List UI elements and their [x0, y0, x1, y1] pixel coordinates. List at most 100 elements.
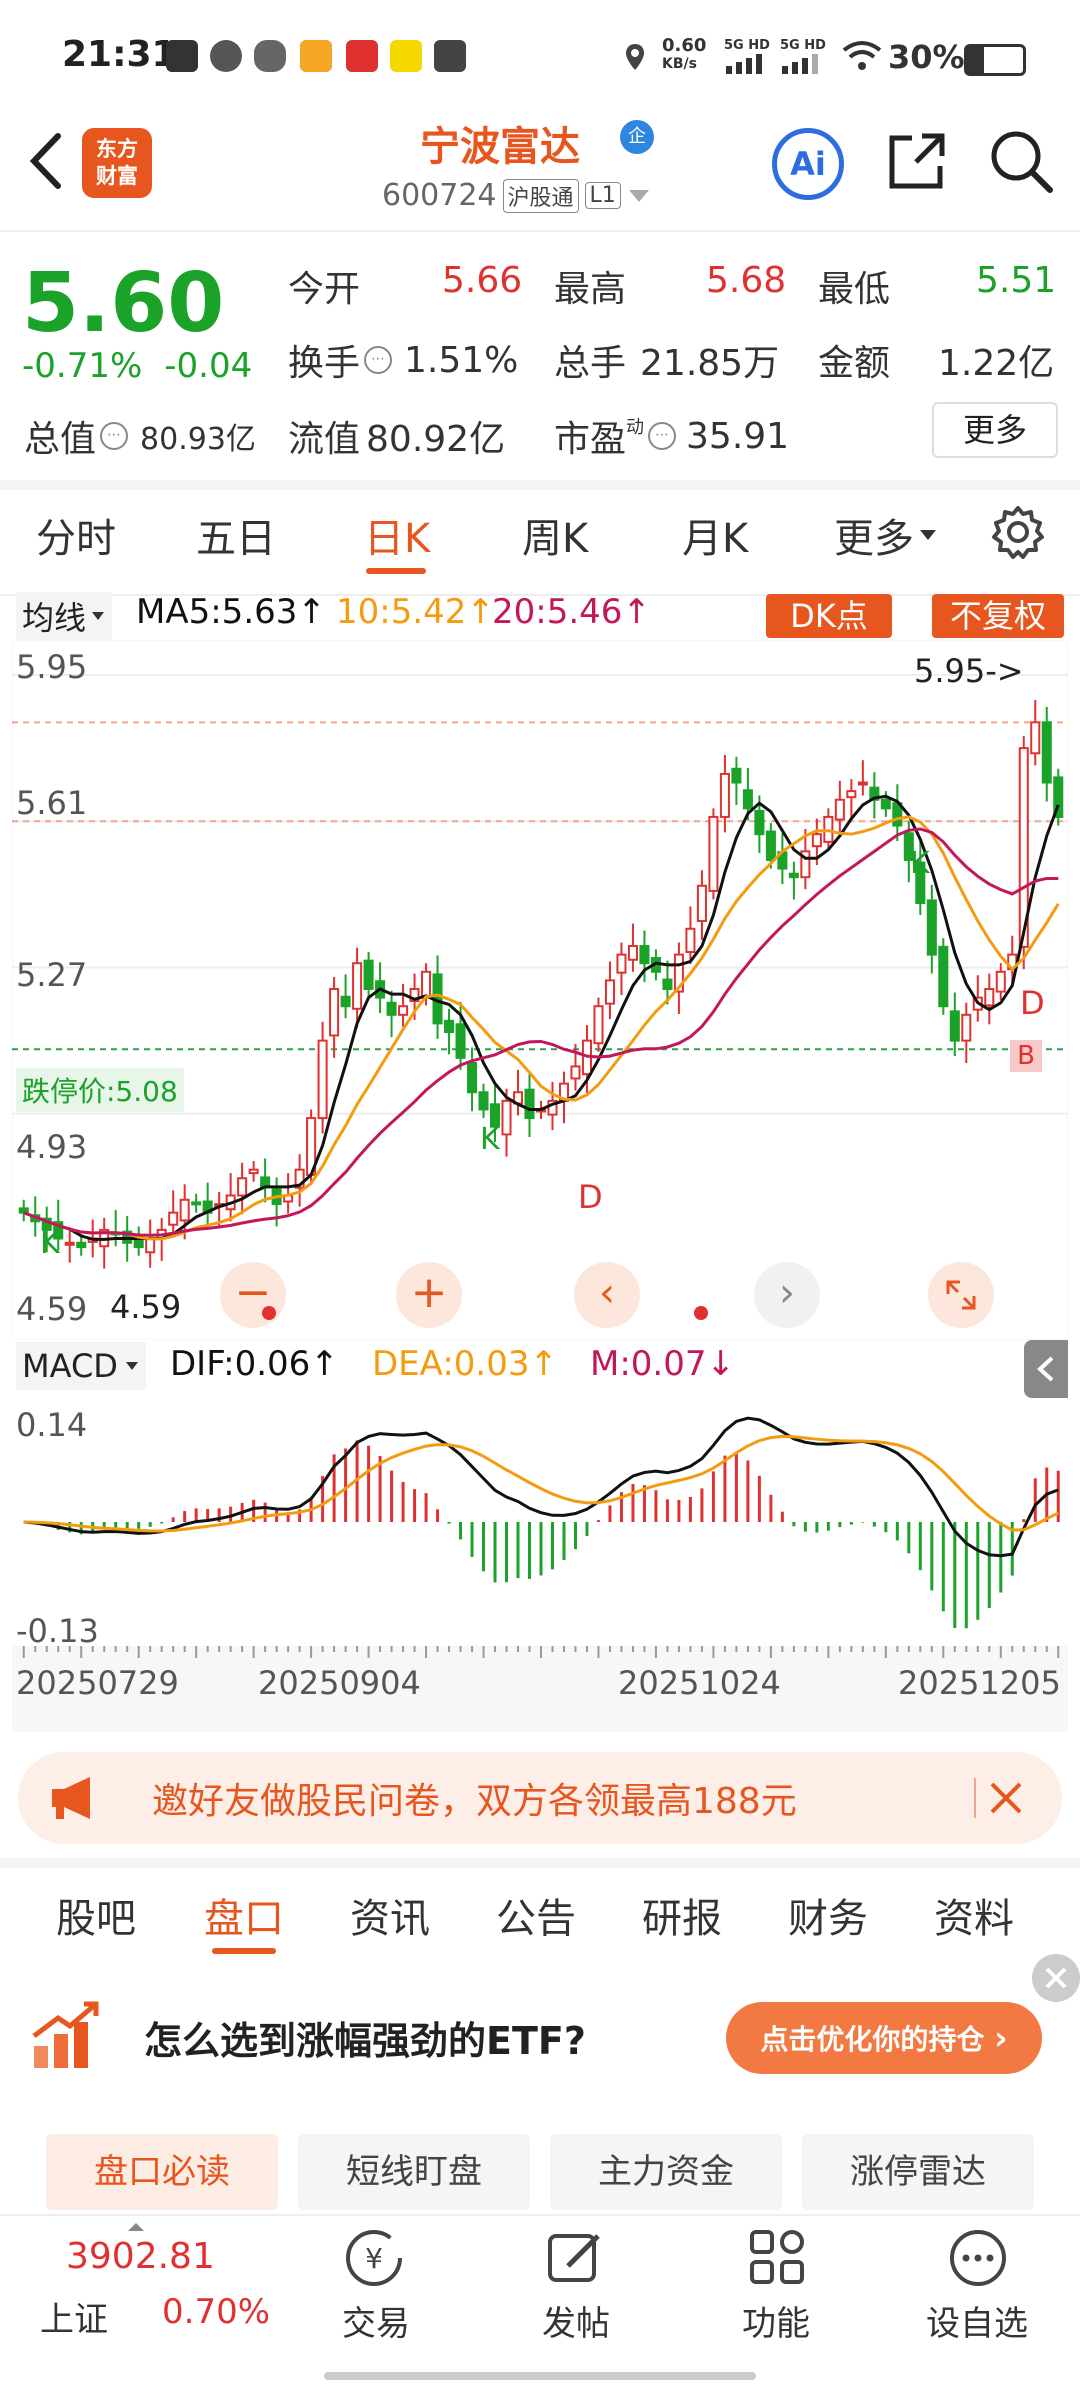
index-name[interactable]: 上证: [40, 2292, 108, 2341]
info-icon[interactable]: ⋯: [100, 422, 129, 450]
zoom-in-button[interactable]: +: [396, 1262, 462, 1328]
candle: [352, 962, 363, 1010]
svg-text:¥: ¥: [365, 2242, 383, 2275]
dif-value: DIF:0.06↑: [170, 1344, 339, 1384]
volume: 总手 21.85万: [554, 334, 779, 386]
scroll-right-button[interactable]: ›: [754, 1262, 820, 1328]
tab-weekly-k[interactable]: 周K: [522, 506, 588, 564]
ai-button[interactable]: Ai: [772, 128, 844, 200]
search-icon[interactable]: [988, 128, 1054, 198]
b-marker: B: [1010, 1040, 1042, 1072]
turnover[interactable]: 换手 ⋯ 1.51%: [288, 334, 518, 386]
info-icon[interactable]: ⋯: [648, 422, 677, 450]
gear-icon[interactable]: [990, 504, 1046, 564]
chart-up-icon: [30, 2000, 102, 2076]
subtab-main-funds[interactable]: 主力资金: [550, 2134, 782, 2210]
active-tab-indicator: [366, 568, 426, 574]
taobao-icon: [166, 40, 198, 72]
subtab-must-read[interactable]: 盘口必读: [46, 2134, 278, 2210]
ma-select[interactable]: 均线: [16, 592, 113, 640]
collapse-panel-button[interactable]: [1024, 1340, 1068, 1398]
candle: [604, 979, 615, 1005]
tab-financials[interactable]: 财务: [788, 1886, 868, 1944]
pe-ratio[interactable]: 市盈 动 ⋯ 35.91: [554, 410, 789, 462]
tab-daily-k[interactable]: 日K: [364, 506, 430, 564]
nav-add-watchlist[interactable]: 设自选: [926, 2296, 1028, 2345]
app-icon: [300, 40, 332, 72]
share-icon[interactable]: [884, 130, 948, 198]
macd-select[interactable]: MACD: [16, 1342, 146, 1390]
float-value: 80.92亿: [366, 419, 506, 460]
fullscreen-button[interactable]: [928, 1262, 994, 1328]
candle: [593, 1005, 604, 1045]
candle: [961, 1013, 972, 1042]
candle: [1041, 721, 1052, 784]
amount-value: 1.22亿: [938, 343, 1055, 384]
last-price: 5.60: [22, 256, 225, 351]
limit-down-label: 跌停价:5.08: [16, 1068, 184, 1112]
candle: [398, 1005, 409, 1016]
tab-more[interactable]: 更多: [834, 506, 938, 564]
tab-monthly-k[interactable]: 月K: [682, 506, 748, 564]
scroll-left-button[interactable]: ‹: [574, 1262, 640, 1328]
candle: [754, 809, 765, 836]
event-dot[interactable]: [694, 1306, 708, 1320]
close-icon[interactable]: [986, 1778, 1026, 1822]
low-label: 最低: [818, 269, 891, 310]
candle: [76, 1241, 87, 1249]
stock-code-row[interactable]: 600724 沪股通 L1: [382, 178, 651, 213]
post-icon[interactable]: [544, 2226, 608, 2290]
signal-1: 5G HD: [724, 38, 770, 53]
back-button[interactable]: [22, 126, 70, 196]
tab-news[interactable]: 资讯: [350, 1886, 430, 1944]
candle: [880, 798, 891, 810]
price-tick: 4.93: [16, 1128, 88, 1166]
zoom-out-button[interactable]: −: [220, 1262, 286, 1328]
subtab-short-term[interactable]: 短线盯盘: [298, 2134, 530, 2210]
tab-announcements[interactable]: 公告: [496, 1886, 576, 1944]
promo-banner[interactable]: 邀好友做股民问卷，双方各领最高188元: [18, 1752, 1062, 1844]
tab-intraday[interactable]: 分时: [36, 506, 116, 564]
candle: [18, 1207, 29, 1214]
high-note: 5.95->: [914, 652, 1024, 690]
ad-cta-button[interactable]: 点击优化你的持仓 ›: [726, 2002, 1042, 2074]
candle: [938, 945, 949, 1008]
nav-post[interactable]: 发帖: [542, 2296, 610, 2345]
tab-profile[interactable]: 资料: [934, 1886, 1014, 1944]
back-arrow-icon: [29, 133, 61, 189]
grid-icon[interactable]: [746, 2226, 810, 2290]
change-value: -0.04: [164, 346, 253, 386]
more-button[interactable]: 更多: [932, 402, 1058, 458]
tab-orderbook[interactable]: 盘口: [204, 1886, 284, 1944]
ma5-value: MA5:5.63↑: [136, 592, 326, 632]
info-icon[interactable]: ⋯: [364, 346, 393, 374]
event-dot[interactable]: [262, 1306, 276, 1320]
mcap-value: 80.93亿: [140, 422, 256, 457]
change-percent: -0.71%: [22, 346, 143, 386]
signal-bars-icon: [780, 54, 830, 78]
chat-icon[interactable]: [946, 2226, 1010, 2290]
battery-level: 30%: [888, 38, 965, 76]
brand-logo[interactable]: 东方 财富: [82, 128, 152, 198]
nav-functions[interactable]: 功能: [742, 2296, 810, 2345]
tab-research[interactable]: 研报: [642, 1886, 722, 1944]
tab-five-day[interactable]: 五日: [196, 506, 276, 564]
subtab-limit-up-radar[interactable]: 涨停雷达: [802, 2134, 1034, 2210]
ad-close-button[interactable]: [1032, 1954, 1080, 2002]
index-value[interactable]: 3902.81: [66, 2236, 215, 2277]
price-tick: 5.95: [16, 648, 88, 686]
turnover-label: 换手: [288, 343, 361, 384]
trade-icon[interactable]: ¥: [342, 2226, 406, 2290]
candle: [1030, 721, 1041, 755]
index-change[interactable]: 0.70%: [162, 2292, 270, 2332]
candlestick-chart[interactable]: [12, 640, 1068, 1340]
net-speed: 0.60: [662, 35, 707, 56]
candle: [421, 970, 432, 998]
dk-button[interactable]: DK点: [766, 594, 892, 638]
caret-down-icon: [125, 1362, 138, 1370]
fq-button[interactable]: 不复权: [932, 594, 1064, 638]
nav-trade[interactable]: 交易: [342, 2296, 410, 2345]
tab-forum[interactable]: 股吧: [56, 1886, 136, 1944]
market-cap[interactable]: 总值 ⋯ 80.93亿: [24, 410, 256, 462]
candle: [846, 790, 857, 799]
